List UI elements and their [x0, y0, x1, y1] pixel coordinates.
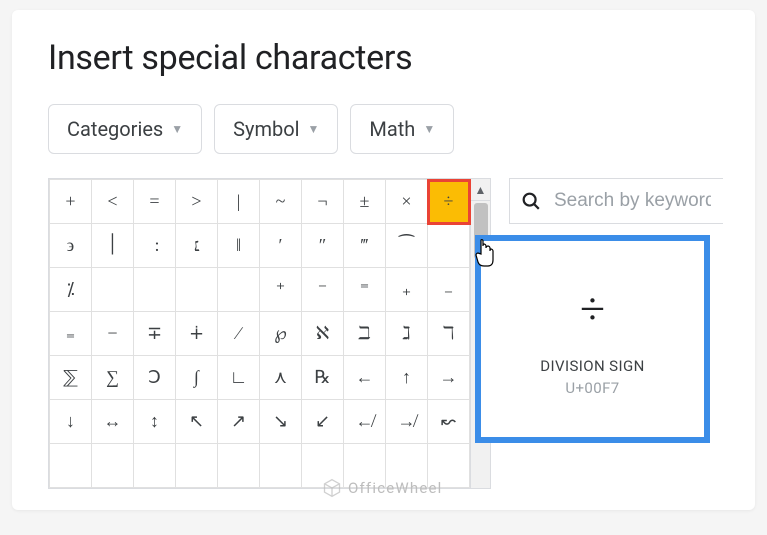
- character-cell[interactable]: ℶ: [344, 312, 386, 356]
- character-cell[interactable]: ×: [386, 180, 428, 224]
- character-cell[interactable]: [260, 444, 302, 488]
- chevron-down-icon: ▼: [423, 122, 435, 136]
- search-box[interactable]: [509, 178, 723, 224]
- character-cell[interactable]: ∓: [134, 312, 176, 356]
- character-cell[interactable]: ∟: [218, 356, 260, 400]
- character-cell[interactable]: ↓: [50, 400, 92, 444]
- character-cell[interactable]: =: [134, 180, 176, 224]
- character-cell[interactable]: [428, 224, 470, 268]
- special-characters-dialog: Insert special characters Categories ▼ S…: [12, 10, 755, 510]
- character-cell[interactable]: →: [428, 356, 470, 400]
- character-cell[interactable]: ∑: [92, 356, 134, 400]
- filter-row: Categories ▼ Symbol ▼ Math ▼: [48, 104, 723, 154]
- dialog-title: Insert special characters: [48, 38, 723, 78]
- character-cell[interactable]: ~: [260, 180, 302, 224]
- character-cell[interactable]: ⁼: [344, 268, 386, 312]
- watermark: OfficeWheel: [322, 478, 443, 498]
- character-cell[interactable]: |: [218, 180, 260, 224]
- chevron-down-icon: ▼: [171, 122, 183, 136]
- character-cell[interactable]: ↑: [386, 356, 428, 400]
- symbol-label: Symbol: [233, 117, 299, 141]
- character-preview-tooltip: ÷ DIVISION SIGN U+00F7: [475, 235, 710, 443]
- character-cell[interactable]: ׆: [176, 224, 218, 268]
- character-cell[interactable]: ↕: [134, 400, 176, 444]
- character-cell[interactable]: [218, 444, 260, 488]
- character-cell[interactable]: [134, 268, 176, 312]
- character-cell[interactable]: ∔: [176, 312, 218, 356]
- character-cell[interactable]: ℘: [260, 312, 302, 356]
- categories-label: Categories: [67, 117, 163, 141]
- preview-code: U+00F7: [565, 379, 619, 397]
- character-cell[interactable]: [92, 444, 134, 488]
- character-cell[interactable]: [176, 444, 218, 488]
- character-cell[interactable]: ⁀: [386, 224, 428, 268]
- character-cell[interactable]: ÷: [428, 180, 470, 224]
- symbol-dropdown[interactable]: Symbol ▼: [214, 104, 338, 154]
- character-cell[interactable]: ℵ: [302, 312, 344, 356]
- character-cell[interactable]: [218, 268, 260, 312]
- character-cell[interactable]: ‴: [344, 224, 386, 268]
- character-cell[interactable]: ″: [302, 224, 344, 268]
- character-cell[interactable]: ₋: [428, 268, 470, 312]
- character-cell[interactable]: [134, 444, 176, 488]
- character-cell[interactable]: ←: [344, 356, 386, 400]
- character-cell[interactable]: ↙: [302, 400, 344, 444]
- character-cell[interactable]: ⁒: [50, 268, 92, 312]
- character-cell[interactable]: [92, 268, 134, 312]
- character-cell[interactable]: −: [92, 312, 134, 356]
- preview-glyph: ÷: [580, 282, 605, 335]
- character-grid-wrap: +<=>|~¬±×÷ ϶׀׃׆‖′″‴⁀ ⁒ ⁺⁻⁼₊₋ ₌−∓∔∕℘ℵℶℷℸ ⅀∑Ↄ∫∟…: [48, 178, 491, 489]
- character-cell[interactable]: <: [92, 180, 134, 224]
- character-cell[interactable]: ⁺: [260, 268, 302, 312]
- character-cell[interactable]: Ↄ: [134, 356, 176, 400]
- character-cell[interactable]: ↘: [260, 400, 302, 444]
- character-cell[interactable]: +: [50, 180, 92, 224]
- character-cell[interactable]: ℞: [302, 356, 344, 400]
- search-icon: [520, 190, 542, 212]
- character-cell[interactable]: ↗: [218, 400, 260, 444]
- character-cell[interactable]: ₊: [386, 268, 428, 312]
- math-dropdown[interactable]: Math ▼: [350, 104, 454, 154]
- preview-name: DIVISION SIGN: [540, 357, 644, 375]
- character-cell[interactable]: ℸ: [428, 312, 470, 356]
- character-cell[interactable]: ⅀: [50, 356, 92, 400]
- character-cell[interactable]: ¬: [302, 180, 344, 224]
- categories-dropdown[interactable]: Categories ▼: [48, 104, 202, 154]
- chevron-down-icon: ▼: [308, 122, 320, 136]
- character-grid: +<=>|~¬±×÷ ϶׀׃׆‖′″‴⁀ ⁒ ⁺⁻⁼₊₋ ₌−∓∔∕℘ℵℶℷℸ ⅀∑Ↄ∫∟…: [49, 179, 470, 488]
- character-cell[interactable]: >: [176, 180, 218, 224]
- scroll-up-button[interactable]: ▲: [471, 179, 490, 201]
- character-cell[interactable]: ׀: [92, 224, 134, 268]
- math-label: Math: [369, 117, 415, 141]
- watermark-text: OfficeWheel: [348, 479, 443, 497]
- character-cell[interactable]: [50, 444, 92, 488]
- character-cell[interactable]: ׃: [134, 224, 176, 268]
- character-cell[interactable]: ↜: [428, 400, 470, 444]
- character-cell[interactable]: ‖: [218, 224, 260, 268]
- character-cell[interactable]: ∕: [218, 312, 260, 356]
- character-cell[interactable]: ↚: [344, 400, 386, 444]
- character-cell[interactable]: ⁻: [302, 268, 344, 312]
- character-cell[interactable]: ℷ: [386, 312, 428, 356]
- character-cell[interactable]: ₌: [50, 312, 92, 356]
- search-input[interactable]: [552, 189, 713, 213]
- character-cell[interactable]: [176, 268, 218, 312]
- character-cell[interactable]: ↖: [176, 400, 218, 444]
- officewheel-logo-icon: [322, 478, 342, 498]
- character-cell[interactable]: ⋏: [260, 356, 302, 400]
- character-cell[interactable]: ∫: [176, 356, 218, 400]
- character-cell[interactable]: ±: [344, 180, 386, 224]
- character-cell[interactable]: ↔: [92, 400, 134, 444]
- character-cell[interactable]: ↛: [386, 400, 428, 444]
- character-cell[interactable]: ϶: [50, 224, 92, 268]
- character-cell[interactable]: ′: [260, 224, 302, 268]
